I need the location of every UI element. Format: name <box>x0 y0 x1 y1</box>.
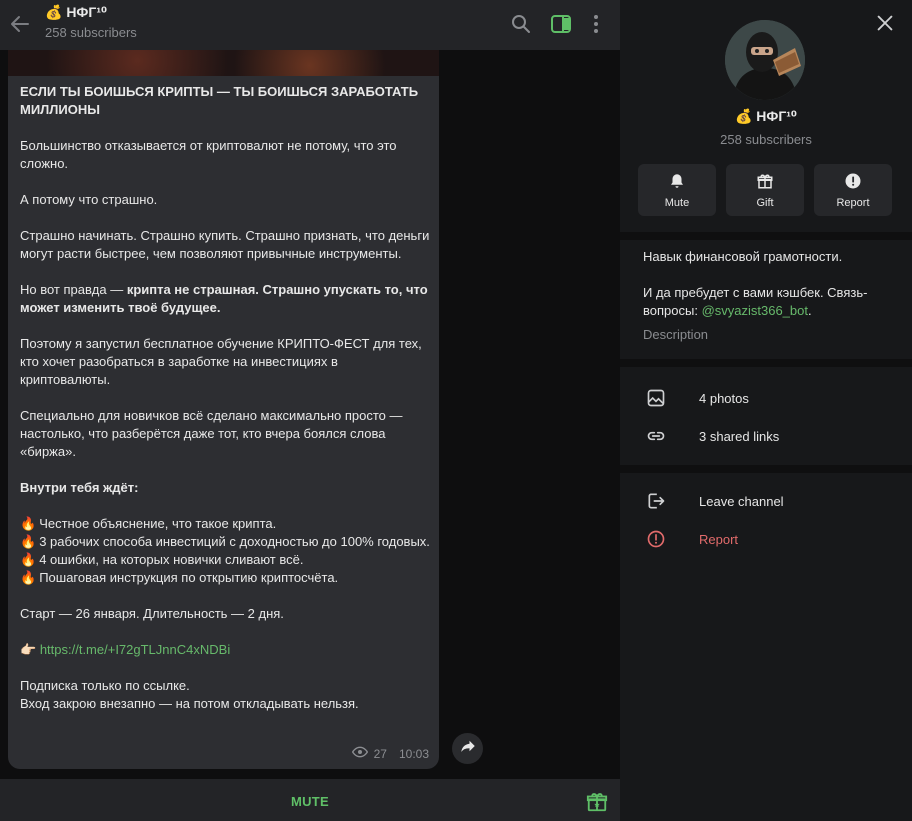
message-image[interactable] <box>8 50 439 76</box>
paragraph-text: Но вот правда — <box>20 282 127 297</box>
chat-footer: MUTE <box>0 779 620 821</box>
fire-icon: 🔥 <box>20 534 37 549</box>
forward-button[interactable] <box>452 733 483 764</box>
description-end: . <box>807 303 812 318</box>
photos-label: 4 photos <box>699 390 749 406</box>
message-time: 10:03 <box>398 746 429 761</box>
forward-icon <box>459 737 477 760</box>
message-paragraph: Специально для новичков всё сделано макс… <box>20 408 403 459</box>
link-icon <box>646 426 666 446</box>
panel-title: 💰 НФГ¹⁰ <box>734 108 798 124</box>
gift-icon[interactable] <box>586 791 608 813</box>
list-heading: Внутри тебя ждёт: <box>20 480 139 495</box>
message-text: ЕСЛИ ТЫ БОИШЬСЯ КРИПТЫ — ТЫ БОИШЬСЯ ЗАРА… <box>20 83 430 713</box>
description-spacer <box>643 266 893 284</box>
more-options-icon[interactable] <box>584 12 608 36</box>
divider <box>620 232 912 240</box>
panel-subscribers: 258 subscribers <box>720 132 812 147</box>
list-item-text: Честное объяснение, что такое крипта. <box>39 516 277 531</box>
fire-icon: 🔥 <box>20 552 37 567</box>
message-paragraph: Большинство отказывается от криптовалют … <box>20 138 397 171</box>
message-paragraph: Поэтому я запустил бесплатное обучение К… <box>20 336 422 387</box>
list-item: 🔥 Пошаговая инструкция по открытию крипто… <box>20 569 430 587</box>
links-label: 3 shared links <box>699 428 780 444</box>
report-row[interactable]: Report <box>620 520 912 558</box>
list-item: 🔥 Честное объяснение, что такое крипта. <box>20 515 430 533</box>
closing-line: Вход закрою внезапно — на потом откладыв… <box>20 696 359 711</box>
report-icon <box>646 529 666 549</box>
gift-action-label: Gift <box>756 196 774 209</box>
channel-description: Навык финансовой грамотности. И да пребу… <box>643 248 893 320</box>
pointing-hand-icon: 👉🏻 <box>20 642 37 657</box>
message-paragraph: Страшно начинать. Страшно купить. Страшн… <box>20 228 430 261</box>
channel-title[interactable]: 💰 НФГ¹⁰ <box>45 4 107 21</box>
alert-icon <box>844 172 862 193</box>
links-row[interactable]: 3 shared links <box>620 417 912 455</box>
leave-icon <box>646 491 666 511</box>
channel-info-panel: 💰 НФГ¹⁰ 258 subscribers Mute Gift Report… <box>620 0 912 821</box>
message-paragraph: Старт — 26 января. Длительность — 2 дня. <box>20 606 284 621</box>
report-action-button[interactable]: Report <box>814 164 892 216</box>
list-item-text: 3 рабочих способа инвестиций с доходност… <box>39 534 430 549</box>
bot-link[interactable]: @svyazist366_bot <box>702 303 808 318</box>
link-line: 👉🏻 https://t.me/+I72gTLJnnC4xNDBi <box>20 641 430 659</box>
mute-action-label: Mute <box>664 196 690 209</box>
list-item: 🔥 4 ошибки, на которых новички сливают вс… <box>20 551 430 569</box>
message-paragraph: Подписка только по ссылке. Вход закрою в… <box>20 677 430 713</box>
views-icon <box>351 744 368 763</box>
chat-header: 💰 НФГ¹⁰ 258 subscribers <box>0 0 620 50</box>
photos-row[interactable]: 4 photos <box>620 379 912 417</box>
sidebar-toggle-icon[interactable] <box>549 12 573 36</box>
message-paragraph: Но вот правда — крипта не страшная. Стра… <box>20 281 430 317</box>
fire-icon: 🔥 <box>20 516 37 531</box>
gift-icon <box>756 172 774 193</box>
views-count: 27 <box>373 746 387 761</box>
mute-button[interactable]: MUTE <box>0 779 620 821</box>
description-caption: Description <box>643 327 709 342</box>
mute-action-button[interactable]: Mute <box>638 164 716 216</box>
message-heading: ЕСЛИ ТЫ БОИШЬСЯ КРИПТЫ — ТЫ БОИШЬСЯ ЗАРА… <box>20 84 419 117</box>
list-item-text: Пошаговая инструкция по открытию криптос… <box>39 570 339 585</box>
search-icon[interactable] <box>509 12 533 36</box>
description-line: Навык финансовой грамотности. <box>643 249 843 264</box>
gift-action-button[interactable]: Gift <box>726 164 804 216</box>
fire-icon: 🔥 <box>20 570 37 585</box>
list-item-text: 4 ошибки, на которых новички сливают всё… <box>39 552 304 567</box>
bell-icon <box>668 172 686 193</box>
back-arrow-icon[interactable] <box>8 12 32 36</box>
invite-link[interactable]: https://t.me/+I72gTLJnnC4xNDBi <box>40 642 230 657</box>
message-bubble[interactable]: ЕСЛИ ТЫ БОИШЬСЯ КРИПТЫ — ТЫ БОИШЬСЯ ЗАРА… <box>8 50 439 769</box>
subscriber-count: 258 subscribers <box>45 25 137 40</box>
divider <box>620 359 912 367</box>
close-icon[interactable] <box>874 12 896 34</box>
avatar[interactable] <box>725 20 805 100</box>
chat-column: 💰 НФГ¹⁰ 258 subscribers ЕСЛИ ТЫ БОИШЬСЯ … <box>0 0 620 821</box>
list-item: 🔥 3 рабочих способа инвестиций с доходнос… <box>20 533 430 551</box>
leave-channel-label: Leave channel <box>699 493 784 509</box>
message-paragraph: А потому что страшно. <box>20 192 158 207</box>
message-list[interactable]: ЕСЛИ ТЫ БОИШЬСЯ КРИПТЫ — ТЫ БОИШЬСЯ ЗАРА… <box>0 50 620 779</box>
action-buttons: Mute Gift Report <box>638 164 892 216</box>
report-label: Report <box>699 531 739 547</box>
photo-icon <box>646 388 666 408</box>
divider <box>620 465 912 473</box>
closing-line: Подписка только по ссылке. <box>20 678 190 693</box>
leave-channel-row[interactable]: Leave channel <box>620 482 912 520</box>
message-meta: 27 10:03 <box>351 744 429 763</box>
report-action-label: Report <box>836 196 870 209</box>
bullet-list: 🔥 Честное объяснение, что такое крипта. 🔥… <box>20 515 430 587</box>
